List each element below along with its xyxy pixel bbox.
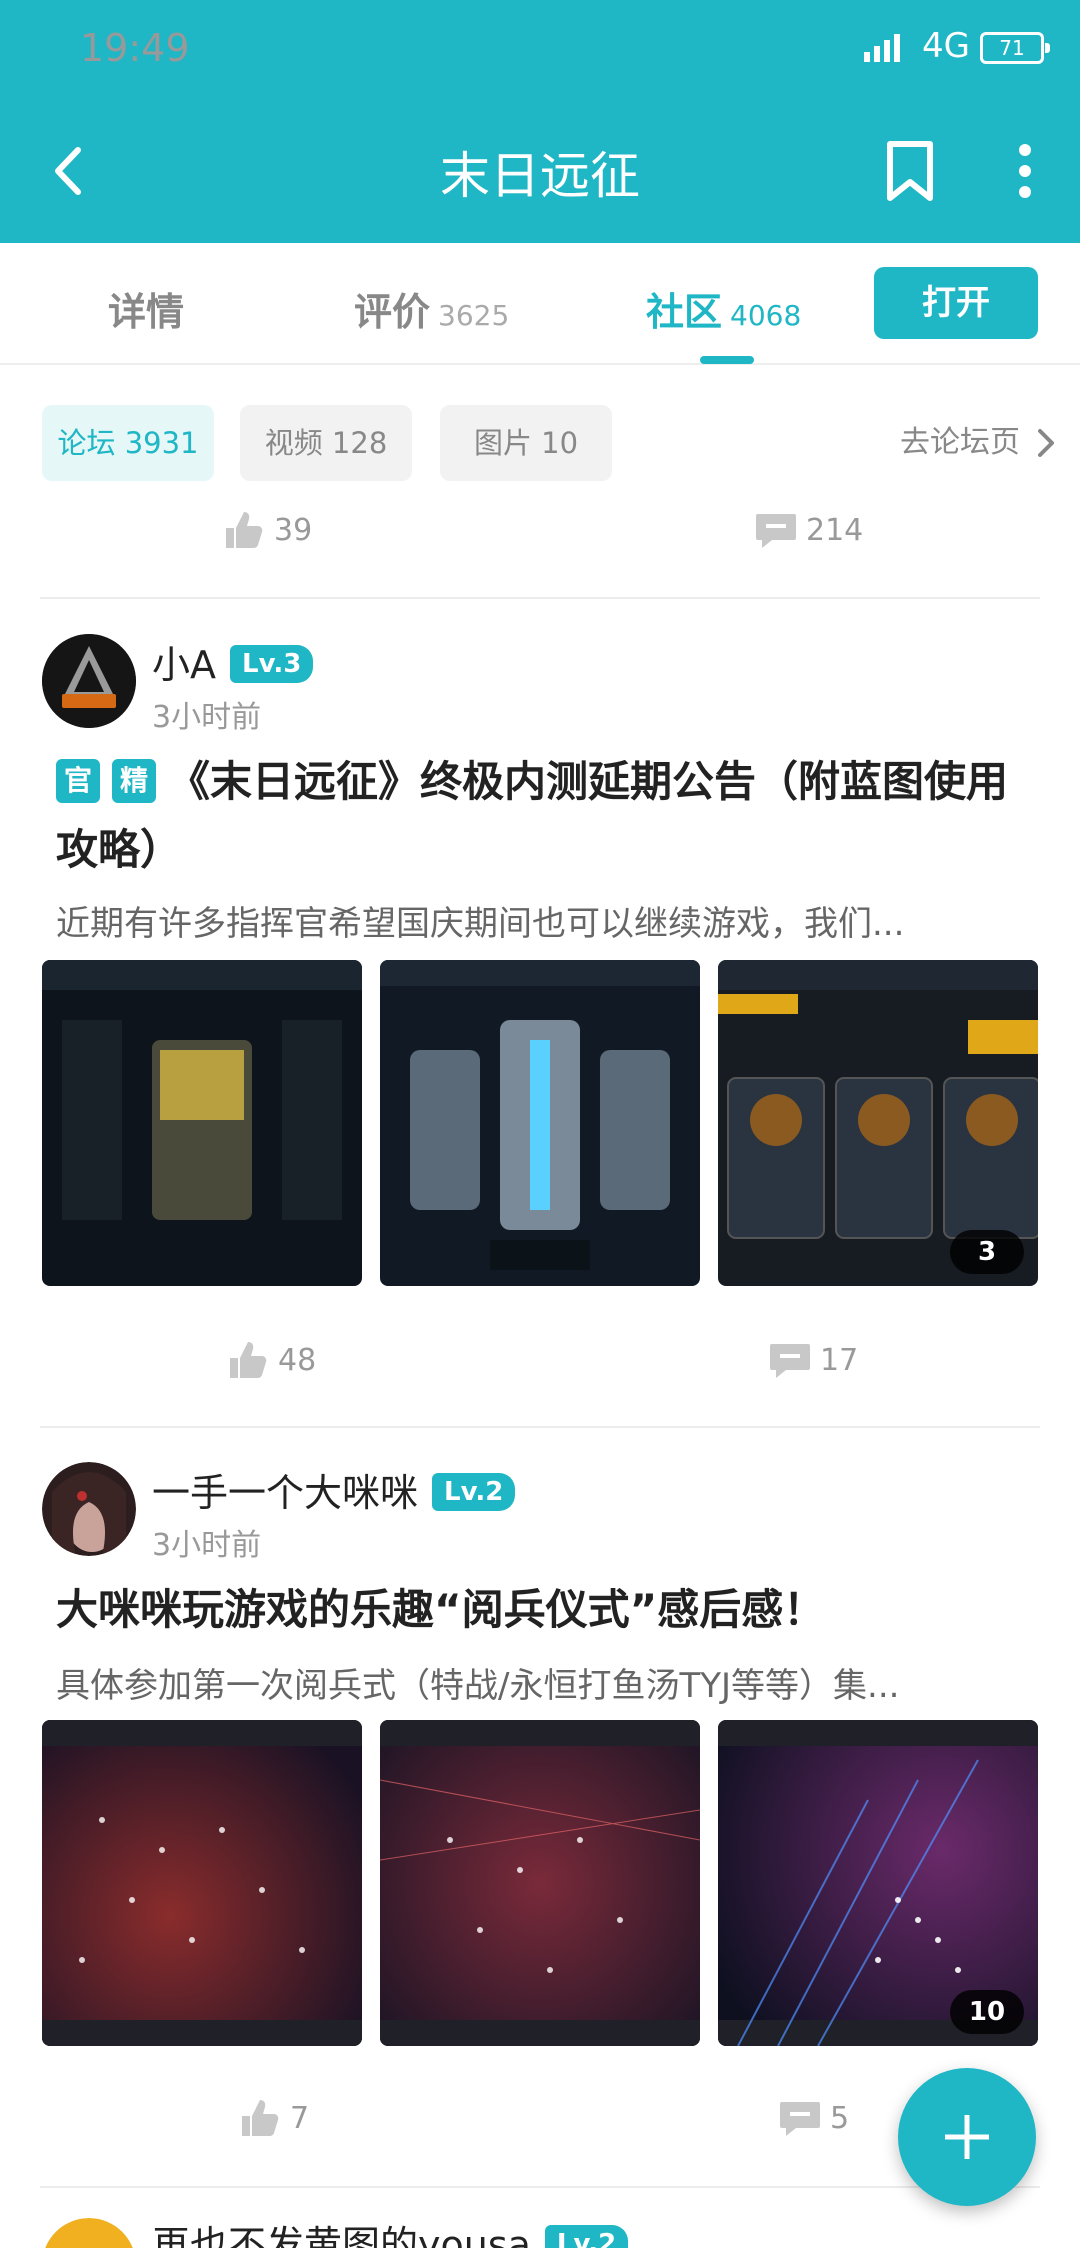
like-count: 39 xyxy=(274,512,313,548)
comment-icon xyxy=(780,2102,820,2136)
open-button[interactable]: 打开 xyxy=(874,267,1038,339)
amg-logo-icon xyxy=(42,634,136,728)
more-icon[interactable] xyxy=(1000,136,1050,206)
post-title-text: 《末日远征》终极内测延期公告（附蓝图使用攻略） xyxy=(56,757,1009,874)
thumbs-up-icon xyxy=(226,512,263,548)
app-header: 19:49 4G 71 末日远征 xyxy=(0,0,1080,243)
tab-community[interactable]: 社区 4068 xyxy=(646,281,801,336)
divider xyxy=(40,1426,1040,1428)
level-badge: Lv.2 xyxy=(544,2224,629,2248)
filter-video[interactable]: 视频 128 xyxy=(240,405,412,481)
image-count-badge: 10 xyxy=(950,1990,1024,2034)
username[interactable]: 小A Lv.3 xyxy=(152,634,314,689)
signal-icon xyxy=(864,34,900,62)
active-tab-indicator xyxy=(700,356,754,364)
tab-count: 4068 xyxy=(730,299,802,332)
filter-bar: 论坛 3931 视频 128 图片 10 去论坛页 xyxy=(0,405,1080,481)
post-actions: 48 17 xyxy=(0,1330,1080,1390)
tab-count: 3625 xyxy=(438,299,510,332)
comment-count: 17 xyxy=(820,1342,859,1378)
post-image[interactable]: 10 xyxy=(718,1720,1038,2046)
username-text: 一手一个大咪咪 xyxy=(152,1471,419,1515)
post-card[interactable]: 再也不发黄图的yousa Lv.2 xyxy=(0,2218,1080,2248)
post-image[interactable] xyxy=(42,1720,362,2046)
official-tag: 官 xyxy=(56,758,100,803)
comment-button[interactable]: 17 xyxy=(768,1330,858,1390)
create-post-button[interactable] xyxy=(898,2068,1036,2206)
level-badge: Lv.2 xyxy=(432,1472,516,1511)
like-button[interactable]: 39 xyxy=(222,500,312,560)
nav-bar: 末日远征 xyxy=(0,100,1080,243)
post-title[interactable]: 大咪咪玩游戏的乐趣“阅兵仪式”感后感！ xyxy=(56,1576,1036,1644)
like-button[interactable]: 7 xyxy=(238,2088,309,2148)
go-forum-label: 去论坛页 xyxy=(900,425,1020,460)
image-grid: 3 xyxy=(42,960,1038,1286)
image-grid: 10 xyxy=(42,1720,1038,2046)
status-time: 19:49 xyxy=(80,26,190,70)
post-time: 3小时前 xyxy=(152,700,262,735)
bookmark-icon[interactable] xyxy=(880,136,940,206)
comment-count: 214 xyxy=(806,512,864,548)
avatar[interactable] xyxy=(42,1462,136,1556)
status-bar: 19:49 4G 71 xyxy=(0,0,1080,100)
username-text: 再也不发黄图的yousa xyxy=(152,2223,531,2248)
image-count-badge: 3 xyxy=(950,1230,1024,1274)
post-excerpt: 具体参加第一次阅兵式（特战/永恒打鱼汤TYJ等等）集... xyxy=(56,1666,900,1706)
chevron-right-icon xyxy=(1038,429,1054,457)
avatar[interactable] xyxy=(42,2218,136,2248)
post-time: 3小时前 xyxy=(152,1528,262,1563)
tab-details[interactable]: 详情 xyxy=(108,281,184,336)
username-text: 小A xyxy=(152,643,216,687)
username[interactable]: 一手一个大咪咪 Lv.2 xyxy=(152,1462,516,1517)
battery-icon: 71 xyxy=(980,32,1050,64)
thumbs-up-icon xyxy=(230,1342,267,1378)
post-image[interactable] xyxy=(42,960,362,1286)
post-title[interactable]: 官精《末日远征》终极内测延期公告（附蓝图使用攻略） xyxy=(56,748,1036,884)
level-badge: Lv.3 xyxy=(230,644,314,683)
post-actions: 39 214 xyxy=(0,500,1080,560)
post-image[interactable] xyxy=(380,960,700,1286)
comment-count: 5 xyxy=(830,2100,850,2136)
divider xyxy=(40,2186,1040,2188)
go-forum-link[interactable]: 去论坛页 xyxy=(900,405,1054,481)
avatar[interactable] xyxy=(42,634,136,728)
filter-images[interactable]: 图片 10 xyxy=(440,405,612,481)
like-count: 48 xyxy=(278,1342,317,1378)
comment-icon xyxy=(756,514,796,548)
post-image[interactable]: 3 xyxy=(718,960,1038,1286)
post-image[interactable] xyxy=(380,1720,700,2046)
username[interactable]: 再也不发黄图的yousa Lv.2 xyxy=(152,2218,629,2248)
comment-button[interactable]: 5 xyxy=(778,2088,849,2148)
network-type: 4G xyxy=(922,26,970,66)
tab-label: 社区 xyxy=(646,290,723,334)
tab-label: 详情 xyxy=(108,290,185,334)
featured-tag: 精 xyxy=(112,758,156,803)
filter-forum[interactable]: 论坛 3931 xyxy=(42,405,214,481)
tab-reviews[interactable]: 评价 3625 xyxy=(354,281,509,336)
thumbs-up-icon xyxy=(242,2100,279,2136)
like-button[interactable]: 48 xyxy=(226,1330,316,1390)
post-excerpt: 近期有许多指挥官希望国庆期间也可以继续游戏，我们... xyxy=(56,904,905,944)
comment-icon xyxy=(770,1344,810,1378)
tab-bar: 详情 评价 3625 社区 4068 打开 xyxy=(0,243,1080,365)
like-count: 7 xyxy=(290,2100,310,2136)
comment-button[interactable]: 214 xyxy=(754,500,863,560)
tab-label: 评价 xyxy=(354,290,431,334)
divider xyxy=(40,597,1040,599)
